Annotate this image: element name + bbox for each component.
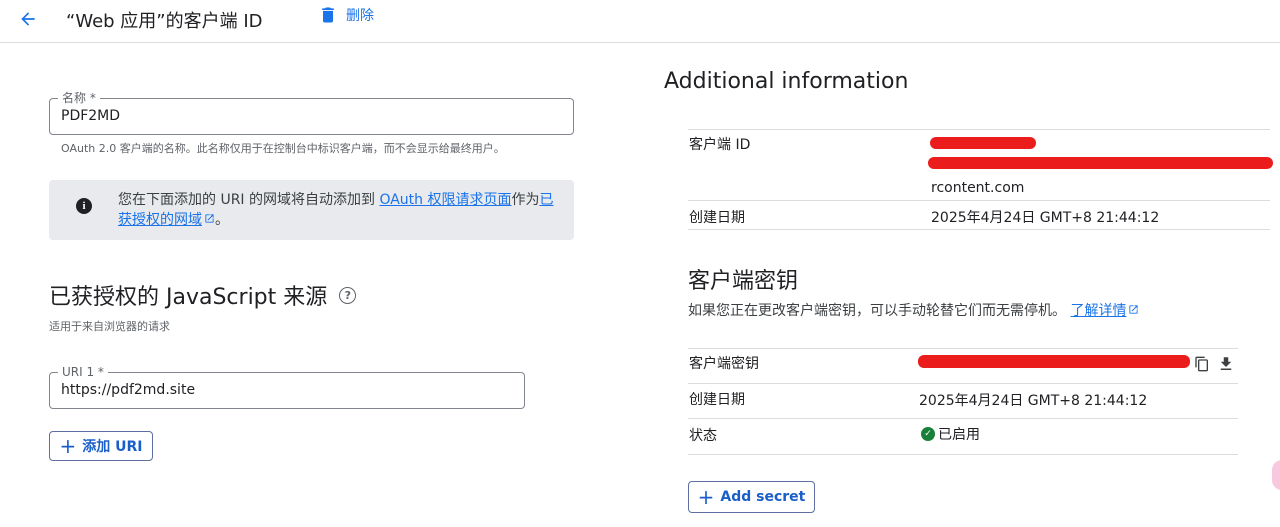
info-banner: i 您在下面添加的 URI 的网域将自动添加到 OAuth 权限请求页面作为已获… — [49, 180, 574, 240]
add-secret-label: Add secret — [720, 489, 806, 505]
status-badge: ✓ 已启用 — [921, 424, 980, 444]
info-icon: i — [76, 198, 92, 214]
client-secrets-description: 如果您正在更改客户端密钥，可以手动轮替它们而无需停机。 了解详情 — [688, 300, 1139, 320]
client-secret-label: 客户端密钥 — [689, 356, 759, 372]
divider — [688, 348, 1238, 349]
divider — [688, 418, 1238, 419]
name-hint: OAuth 2.0 客户端的名称。此名称仅用于在控制台中标识客户端，而不会显示给… — [61, 142, 505, 155]
created-date-label: 创建日期 — [689, 210, 745, 226]
redacted-client-secret — [918, 355, 1190, 368]
client-id-tail: rcontent.com — [931, 180, 1025, 196]
download-icon — [1220, 357, 1232, 370]
js-origins-title-text: 已获授权的 JavaScript 来源 — [49, 285, 328, 310]
name-field-value: PDF2MD — [61, 108, 121, 124]
info-text: 您在下面添加的 URI 的网域将自动添加到 OAuth 权限请求页面作为已获授权… — [118, 190, 563, 230]
name-field-label: 名称 * — [58, 90, 100, 106]
plus-icon: + — [697, 485, 715, 509]
client-id-label: 客户端 ID — [689, 137, 751, 153]
delete-button[interactable]: 删除 — [318, 5, 374, 25]
arrow-back-icon — [21, 12, 35, 26]
name-field[interactable]: 名称 * PDF2MD — [49, 90, 574, 135]
client-secrets-title: 客户端密钥 — [688, 269, 799, 294]
info-text-part: 作为 — [511, 192, 540, 208]
uri-1-value: https://pdf2md.site — [61, 382, 196, 398]
add-uri-label: 添加 URI — [82, 439, 143, 455]
divider — [688, 129, 1270, 130]
status-label: 状态 — [689, 428, 717, 444]
uri-1-label: URI 1 * — [58, 364, 108, 380]
client-secrets-description-text: 如果您正在更改客户端密钥，可以手动轮替它们而无需停机。 — [688, 303, 1066, 319]
page-title: “Web 应用”的客户端 ID — [66, 11, 263, 32]
divider — [688, 229, 1270, 230]
learn-more-link[interactable]: 了解详情 — [1070, 303, 1139, 319]
divider — [688, 454, 1238, 455]
divider — [688, 383, 1238, 384]
add-uri-button[interactable]: + 添加 URI — [49, 431, 153, 461]
external-link-icon — [205, 214, 214, 223]
plus-icon: + — [59, 434, 77, 458]
redacted-client-id-line-2 — [928, 157, 1273, 169]
learn-more-text: 了解详情 — [1070, 303, 1127, 319]
back-button[interactable] — [14, 5, 42, 33]
floating-assistant-button[interactable] — [1272, 460, 1280, 490]
external-link-icon — [1129, 305, 1139, 314]
secret-created-label: 创建日期 — [689, 392, 745, 408]
info-text-part: 。 — [215, 212, 229, 228]
top-bar: “Web 应用”的客户端 ID 删除 — [0, 0, 1280, 43]
status-value: 已启用 — [938, 427, 980, 443]
consent-screen-link[interactable]: OAuth 权限请求页面 — [379, 192, 511, 208]
add-secret-button[interactable]: + Add secret — [688, 481, 815, 513]
divider — [688, 200, 1270, 201]
js-origins-subtitle: 适用于来自浏览器的请求 — [49, 320, 170, 333]
help-icon[interactable]: ? — [339, 286, 357, 304]
js-origins-title: 已获授权的 JavaScript 来源 ? — [49, 279, 357, 311]
info-text-part: 您在下面添加的 URI 的网域将自动添加到 — [118, 192, 380, 208]
copy-icon — [1195, 356, 1208, 372]
check-circle-icon: ✓ — [921, 427, 935, 441]
delete-label: 删除 — [346, 8, 374, 24]
copy-button[interactable] — [1192, 354, 1212, 374]
additional-info-title: Additional information — [664, 69, 909, 94]
created-date-value: 2025年4月24日 GMT+8 21:44:12 — [931, 210, 1160, 226]
trash-icon — [322, 7, 334, 23]
redacted-client-id-line-1 — [930, 137, 1036, 149]
download-button[interactable] — [1216, 354, 1236, 374]
uri-1-field[interactable]: URI 1 * https://pdf2md.site — [49, 364, 525, 409]
secret-created-value: 2025年4月24日 GMT+8 21:44:12 — [919, 393, 1148, 409]
